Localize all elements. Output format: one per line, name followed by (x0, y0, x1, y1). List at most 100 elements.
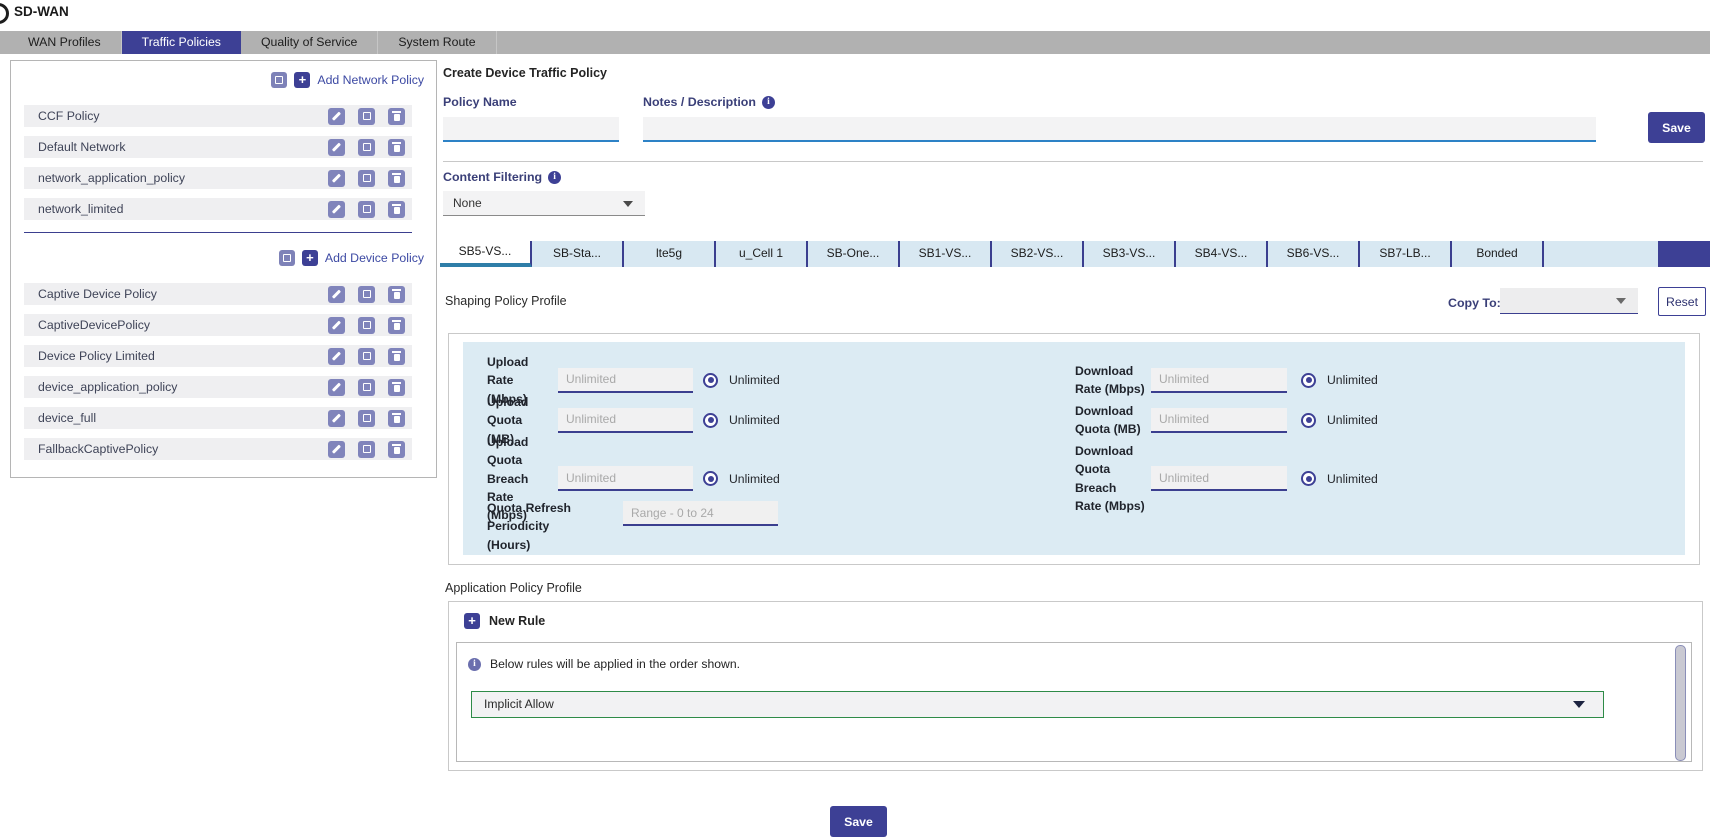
copy-icon[interactable] (358, 108, 375, 125)
download-breach-label: Download Quota Breach Rate (Mbps) (1075, 442, 1151, 515)
upload-quota-input[interactable] (558, 408, 693, 433)
upload-quota-breach-input[interactable] (558, 466, 693, 491)
copy-icon[interactable] (358, 441, 375, 458)
add-network-policy-button[interactable]: Add Network Policy (317, 73, 424, 87)
network-policy-row[interactable]: network_application_policy (24, 167, 412, 189)
delete-icon[interactable] (388, 379, 405, 396)
network-policy-list: CCF Policy Default Network network_appli… (11, 105, 436, 220)
device-policy-row[interactable]: FallbackCaptivePolicy (24, 438, 412, 460)
nav-tab[interactable]: WAN Profiles (8, 31, 122, 54)
copy-icon[interactable] (358, 410, 375, 427)
interface-tab[interactable]: SB1-VS... (900, 241, 992, 267)
content-filtering-select[interactable]: None (443, 191, 645, 216)
edit-icon[interactable] (328, 286, 345, 303)
delete-icon[interactable] (388, 317, 405, 334)
download-quota-unlimited-radio[interactable] (1301, 413, 1316, 428)
upload-quota-unlimited-radio[interactable] (703, 413, 718, 428)
policy-actions (328, 286, 405, 303)
copy-icon[interactable] (358, 201, 375, 218)
add-device-policy-button[interactable]: Add Device Policy (325, 251, 424, 265)
copy-icon[interactable] (358, 286, 375, 303)
nav-tab[interactable]: System Route (378, 31, 496, 54)
delete-icon[interactable] (388, 410, 405, 427)
delete-icon[interactable] (388, 348, 405, 365)
delete-icon[interactable] (388, 139, 405, 156)
upload-rate-unlimited-radio[interactable] (703, 373, 718, 388)
edit-icon[interactable] (328, 410, 345, 427)
edit-icon[interactable] (328, 441, 345, 458)
copy-to-select[interactable] (1500, 288, 1638, 314)
save-button[interactable]: Save (1648, 112, 1705, 143)
edit-icon[interactable] (328, 348, 345, 365)
network-policy-row[interactable]: CCF Policy (24, 105, 412, 127)
app-logo-icon (0, 3, 9, 24)
reset-button[interactable]: Reset (1658, 287, 1706, 316)
interface-tab[interactable]: SB7-LB... (1360, 241, 1452, 267)
device-policy-row[interactable]: CaptiveDevicePolicy (24, 314, 412, 336)
plus-icon[interactable] (294, 72, 310, 88)
edit-icon[interactable] (328, 317, 345, 334)
copy-icon[interactable] (358, 317, 375, 334)
notes-input[interactable] (643, 117, 1596, 142)
main-nav-tabs: WAN ProfilesTraffic PoliciesQuality of S… (0, 31, 1710, 54)
quota-refresh-input[interactable] (623, 501, 778, 526)
nav-tab[interactable]: Quality of Service (241, 31, 378, 54)
download-rate-unlimited-radio[interactable] (1301, 373, 1316, 388)
device-policy-row[interactable]: device_full (24, 407, 412, 429)
upload-breach-unlimited-radio[interactable] (703, 471, 718, 486)
download-quota-breach-input[interactable] (1151, 466, 1287, 491)
interface-tab[interactable]: u_Cell 1 (716, 241, 808, 267)
plus-icon[interactable] (302, 250, 318, 266)
delete-icon[interactable] (388, 441, 405, 458)
interface-tab[interactable]: lte5g (624, 241, 716, 267)
delete-icon[interactable] (388, 201, 405, 218)
info-icon[interactable] (548, 171, 561, 184)
download-quota-input[interactable] (1151, 408, 1287, 433)
tab-strip-filler (1544, 241, 1658, 267)
import-policy-icon[interactable] (279, 250, 295, 266)
copy-icon[interactable] (358, 170, 375, 187)
policy-name: device_full (38, 411, 328, 425)
copy-icon[interactable] (358, 379, 375, 396)
download-quota-unlimited: Unlimited (1287, 413, 1685, 428)
import-policy-icon[interactable] (271, 72, 287, 88)
device-policy-row[interactable]: device_application_policy (24, 376, 412, 398)
application-section-title: Application Policy Profile (445, 581, 582, 595)
interface-tab[interactable]: Bonded (1452, 241, 1544, 267)
interface-tab[interactable]: SB4-VS... (1176, 241, 1268, 267)
edit-icon[interactable] (328, 170, 345, 187)
edit-icon[interactable] (328, 108, 345, 125)
new-rule-button[interactable]: New Rule (464, 613, 545, 629)
info-icon[interactable] (762, 96, 775, 109)
nav-tab[interactable]: Traffic Policies (122, 31, 241, 54)
download-rate-input[interactable] (1151, 368, 1287, 393)
tab-scroll-next-button[interactable] (1658, 241, 1710, 267)
interface-tab[interactable]: SB2-VS... (992, 241, 1084, 267)
save-button-bottom[interactable]: Save (830, 806, 887, 837)
network-policy-row[interactable]: Default Network (24, 136, 412, 158)
device-policy-row[interactable]: Captive Device Policy (24, 283, 412, 305)
delete-icon[interactable] (388, 286, 405, 303)
radio-label: Unlimited (1327, 413, 1378, 427)
edit-icon[interactable] (328, 139, 345, 156)
policy-name-input[interactable] (443, 117, 619, 142)
form-divider (443, 161, 1703, 162)
copy-icon[interactable] (358, 348, 375, 365)
interface-tab[interactable]: SB6-VS... (1268, 241, 1360, 267)
upload-rate-input[interactable] (558, 368, 693, 393)
delete-icon[interactable] (388, 108, 405, 125)
delete-icon[interactable] (388, 170, 405, 187)
download-breach-unlimited-radio[interactable] (1301, 471, 1316, 486)
interface-tab[interactable]: SB5-VS... (440, 241, 532, 267)
network-policy-row[interactable]: network_limited (24, 198, 412, 220)
edit-icon[interactable] (328, 201, 345, 218)
device-policy-row[interactable]: Device Policy Limited (24, 345, 412, 367)
implicit-allow-rule-select[interactable]: Implicit Allow (471, 691, 1604, 718)
copy-icon[interactable] (358, 139, 375, 156)
policy-actions (328, 139, 405, 156)
rules-scrollbar[interactable] (1675, 645, 1686, 761)
edit-icon[interactable] (328, 379, 345, 396)
interface-tab[interactable]: SB-Sta... (532, 241, 624, 267)
interface-tab[interactable]: SB-One... (808, 241, 900, 267)
interface-tab[interactable]: SB3-VS... (1084, 241, 1176, 267)
